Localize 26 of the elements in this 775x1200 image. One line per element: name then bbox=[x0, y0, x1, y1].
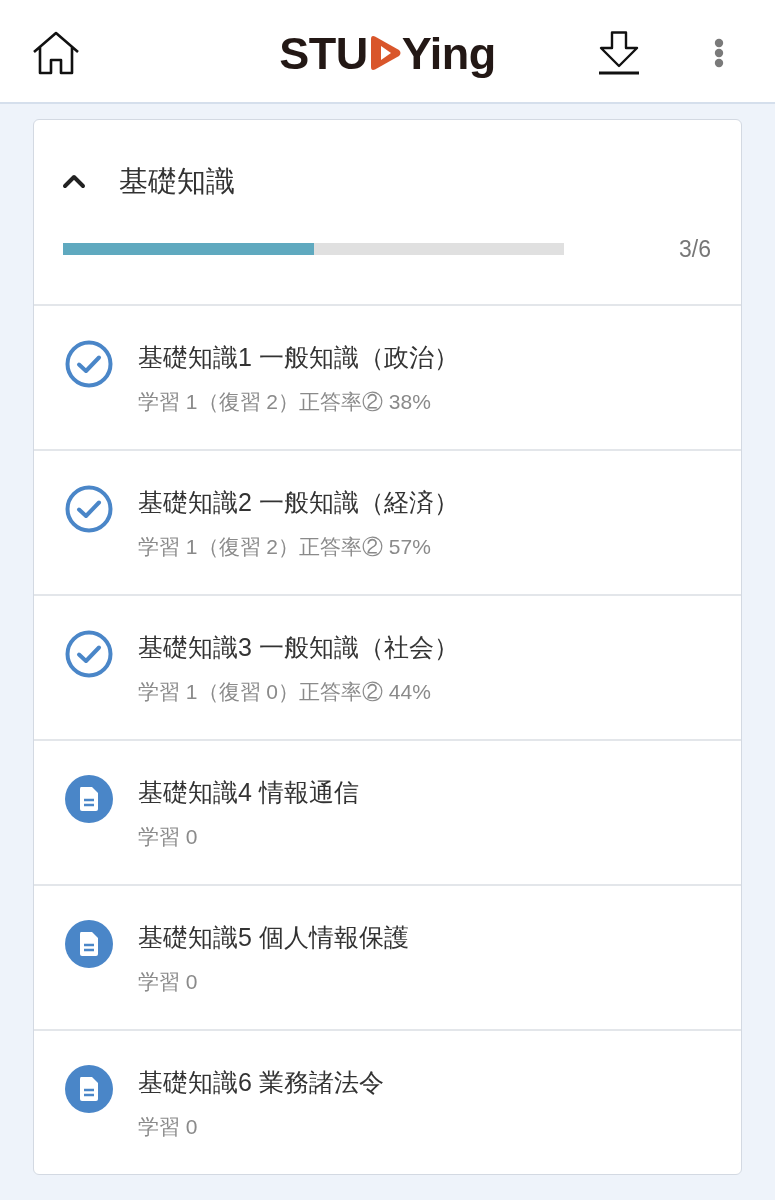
chevron-icon[interactable] bbox=[62, 173, 86, 189]
progress-reading: 3/6 bbox=[679, 235, 711, 264]
lesson-detail: 学習 1（復習 2）正答率② 57% bbox=[138, 534, 432, 560]
home-icon[interactable] bbox=[32, 31, 80, 75]
lesson-title: 基礎知識1 一般知識（政治） bbox=[138, 342, 459, 373]
lesson-detail: 学習 1（復習 2）正答率② 38% bbox=[138, 389, 432, 415]
lesson-item[interactable]: 基礎知識2 一般知識（経済） 学習 1（復習 2）正答率② 57% bbox=[34, 449, 741, 594]
lesson-title: 基礎知識5 個人情報保護 bbox=[138, 922, 409, 953]
lesson-detail: 学習 0 bbox=[138, 824, 199, 850]
lesson-detail: 学習 0 bbox=[138, 969, 199, 995]
lesson-item[interactable]: 基礎知識4 情報通信 学習 0 bbox=[34, 739, 741, 884]
lesson-item[interactable]: 基礎知識1 一般知識（政治） 学習 1（復習 2）正答率② 38% bbox=[34, 304, 741, 449]
section-title: 基礎知識 bbox=[119, 164, 235, 198]
lesson-title: 基礎知識3 一般知識（社会） bbox=[138, 632, 459, 663]
lesson-title: 基礎知識2 一般知識（経済） bbox=[138, 487, 459, 518]
lesson-item[interactable]: 基礎知識3 一般知識（社会） 学習 1（復習 0）正答率② 44% bbox=[34, 594, 741, 739]
lesson-title: 基礎知識4 情報通信 bbox=[138, 777, 359, 808]
more-icon[interactable] bbox=[714, 38, 724, 68]
download-icon[interactable] bbox=[598, 31, 640, 75]
lesson-detail: 学習 0 bbox=[138, 1114, 199, 1140]
lesson-item[interactable]: 基礎知識6 業務諸法令 学習 0 bbox=[34, 1029, 741, 1174]
lesson-detail: 学習 1（復習 0）正答率② 44% bbox=[138, 679, 432, 705]
lesson-item[interactable]: 基礎知識5 個人情報保護 学習 0 bbox=[34, 884, 741, 1029]
logo-text: STU bbox=[279, 30, 368, 76]
lesson-title: 基礎知識6 業務諸法令 bbox=[138, 1067, 384, 1098]
logo-text: Ying bbox=[401, 30, 496, 76]
